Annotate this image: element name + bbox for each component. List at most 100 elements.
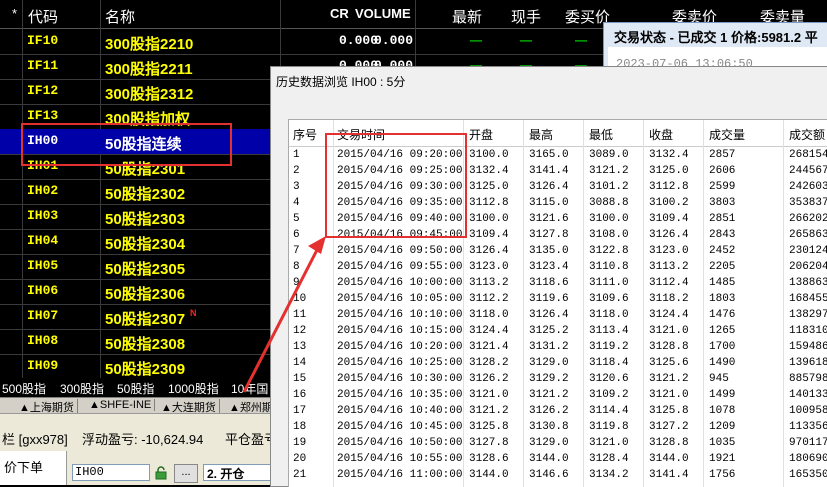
history-row[interactable]: 7 2015/04/16 09:50:00 3126.4 3135.0 3122.8 31… xyxy=(289,244,827,260)
history-cell-low: 3109.6 xyxy=(589,293,629,305)
history-cell-open: 3100.0 xyxy=(469,213,509,225)
history-cell-low: 3119.8 xyxy=(589,421,629,433)
sector-tab[interactable]: 50股指 xyxy=(117,380,154,397)
header-cr[interactable]: CR xyxy=(330,6,349,21)
exchange-tab[interactable]: ▲SHFE-INE xyxy=(86,399,156,411)
history-cell-seq: 15 xyxy=(293,373,307,385)
history-cell-close: 3127.2 xyxy=(649,421,689,433)
history-cell-seq: 13 xyxy=(293,341,307,353)
history-cell-amount: 9701171 xyxy=(789,437,827,449)
history-cell-high: 3130.8 xyxy=(529,421,569,433)
header-volume[interactable]: VOLUME xyxy=(355,6,411,21)
history-cell-close: 3113.2 xyxy=(649,261,689,273)
contract-name: 300股指2312 xyxy=(105,86,194,103)
history-row[interactable]: 13 2015/04/16 10:20:00 3121.4 3131.2 3119.2 3… xyxy=(289,340,827,356)
contract-name: 50股指2308 xyxy=(105,336,186,353)
history-row[interactable]: 18 2015/04/16 10:45:00 3125.8 3130.8 3119.8 3… xyxy=(289,420,827,436)
header-name[interactable]: 名称 xyxy=(105,6,135,27)
col-header[interactable]: 最高 xyxy=(529,126,553,143)
history-cell-close: 3124.4 xyxy=(649,309,689,321)
history-cell-seq: 20 xyxy=(293,453,307,465)
history-cell-close: 3112.4 xyxy=(649,277,689,289)
contract-name: 50股指2306 xyxy=(105,286,186,303)
col-header[interactable]: 开盘 xyxy=(469,126,493,143)
account-label: 栏 [gxx978] xyxy=(2,432,68,447)
history-cell-low: 3119.2 xyxy=(589,341,629,353)
history-row[interactable]: 17 2015/04/16 10:40:00 3121.2 3126.2 3114.4 3… xyxy=(289,404,827,420)
pick-contract-button[interactable]: ... xyxy=(174,464,198,483)
history-row[interactable]: 20 2015/04/16 10:55:00 3128.6 3144.0 3128.4 3… xyxy=(289,452,827,468)
contract-code: IH04 xyxy=(27,233,59,248)
contract-code: IF13 xyxy=(27,108,59,123)
history-cell-close: 3121.0 xyxy=(649,389,689,401)
history-cell-seq: 10 xyxy=(293,293,307,305)
history-cell-volume: 3803 xyxy=(709,197,736,209)
history-cell-close: 3128.8 xyxy=(649,437,689,449)
header-now[interactable]: 现手 xyxy=(511,6,541,27)
history-cell-low: 3120.6 xyxy=(589,373,629,385)
history-cell-seq: 7 xyxy=(293,245,300,257)
lock-icon[interactable] xyxy=(154,466,168,480)
history-cell-trade-time: 2015/04/16 10:45:00 xyxy=(337,421,463,433)
header-code[interactable]: 代码 xyxy=(28,6,58,27)
sector-tab[interactable]: 500股指 xyxy=(2,380,46,397)
col-header[interactable]: 最低 xyxy=(589,126,613,143)
history-cell-open: 3121.2 xyxy=(469,405,509,417)
history-row[interactable]: 15 2015/04/16 10:30:00 3126.2 3129.2 3120.6 3… xyxy=(289,372,827,388)
contract-code-input[interactable]: IH00 xyxy=(72,464,150,481)
history-row[interactable]: 21 2015/04/16 11:00:00 3144.0 3146.6 3134.2 3… xyxy=(289,468,827,484)
history-cell-volume: 2857 xyxy=(709,149,736,161)
col-header[interactable]: 收盘 xyxy=(649,126,673,143)
history-row[interactable]: 10 2015/04/16 10:05:00 3112.2 3119.6 3109.6 3… xyxy=(289,292,827,308)
sector-tab[interactable]: 300股指 xyxy=(60,380,104,397)
col-header[interactable]: 序号 xyxy=(293,126,317,143)
history-cell-volume: 1476 xyxy=(709,309,736,321)
history-cell-trade-time: 2015/04/16 10:40:00 xyxy=(337,405,463,417)
history-cell-close: 3125.6 xyxy=(649,357,689,369)
history-cell-trade-time: 2015/04/16 10:15:00 xyxy=(337,325,463,337)
history-cell-seq: 18 xyxy=(293,421,307,433)
col-header[interactable]: 成交额 xyxy=(789,126,825,143)
contract-code: IH03 xyxy=(27,208,59,223)
history-cell-seq: 8 xyxy=(293,261,300,273)
history-cell-open: 3144.0 xyxy=(469,469,509,481)
history-cell-seq: 4 xyxy=(293,197,300,209)
history-title: 历史数据浏览 IH00 : 5分 xyxy=(276,75,406,89)
history-cell-open: 3128.2 xyxy=(469,357,509,369)
history-row[interactable]: 12 2015/04/16 10:15:00 3124.4 3125.2 3113.4 3… xyxy=(289,324,827,340)
header-latest[interactable]: 最新 xyxy=(452,6,482,27)
highlight-box-rows xyxy=(325,133,467,238)
sector-tab[interactable]: 1000股指 xyxy=(168,380,219,397)
contract-name: 50股指2307 xyxy=(105,311,186,328)
history-row[interactable]: 9 2015/04/16 10:00:00 3113.2 3118.6 3111.0 31… xyxy=(289,276,827,292)
history-cell-close: 3118.2 xyxy=(649,293,689,305)
history-cell-high: 3119.6 xyxy=(529,293,569,305)
contract-code: IH09 xyxy=(27,358,59,373)
history-cell-low: 3118.4 xyxy=(589,357,629,369)
history-cell-seq: 16 xyxy=(293,389,307,401)
history-cell-close: 3123.0 xyxy=(649,245,689,257)
order-mode-label[interactable]: 价下单 xyxy=(4,457,43,476)
history-row[interactable]: 16 2015/04/16 10:35:00 3121.0 3121.2 3109.2 3… xyxy=(289,388,827,404)
col-header[interactable]: 成交量 xyxy=(709,126,745,143)
exchange-tabs: ▲上海期货 ▲SHFE-INE ▲大连期货 ▲郑州期 xyxy=(0,397,280,415)
contract-name: 50股指2305 xyxy=(105,261,186,278)
history-cell-high: 3121.6 xyxy=(529,213,569,225)
contract-name: 50股指2309 xyxy=(105,361,186,378)
history-row[interactable]: 11 2015/04/16 10:10:00 3118.0 3126.4 3118.0 3… xyxy=(289,308,827,324)
history-cell-high: 3129.0 xyxy=(529,437,569,449)
history-row[interactable]: 14 2015/04/16 10:25:00 3128.2 3129.0 3118.4 3… xyxy=(289,356,827,372)
history-cell-volume: 1921 xyxy=(709,453,736,465)
history-cell-high: 3129.2 xyxy=(529,373,569,385)
history-row[interactable]: 19 2015/04/16 10:50:00 3127.8 3129.0 3121.0 3… xyxy=(289,436,827,452)
highlight-box-ih00 xyxy=(21,123,232,166)
sector-bar: 500股指 300股指 50股指 1000股指 10年国债 xyxy=(0,378,280,413)
history-cell-open: 3124.4 xyxy=(469,325,509,337)
floating-pnl: 浮动盈亏: -10,624.94 xyxy=(82,432,204,447)
history-row[interactable]: 8 2015/04/16 09:55:00 3123.0 3123.4 3110.8 31… xyxy=(289,260,827,276)
history-cell-amount: 1684557 xyxy=(789,293,827,305)
history-cell-seq: 21 xyxy=(293,469,307,481)
contract-name: 50股指2304 xyxy=(105,236,186,253)
open-close-select[interactable]: 2. 开仓 xyxy=(203,464,273,481)
history-cell-volume: 1265 xyxy=(709,325,736,337)
